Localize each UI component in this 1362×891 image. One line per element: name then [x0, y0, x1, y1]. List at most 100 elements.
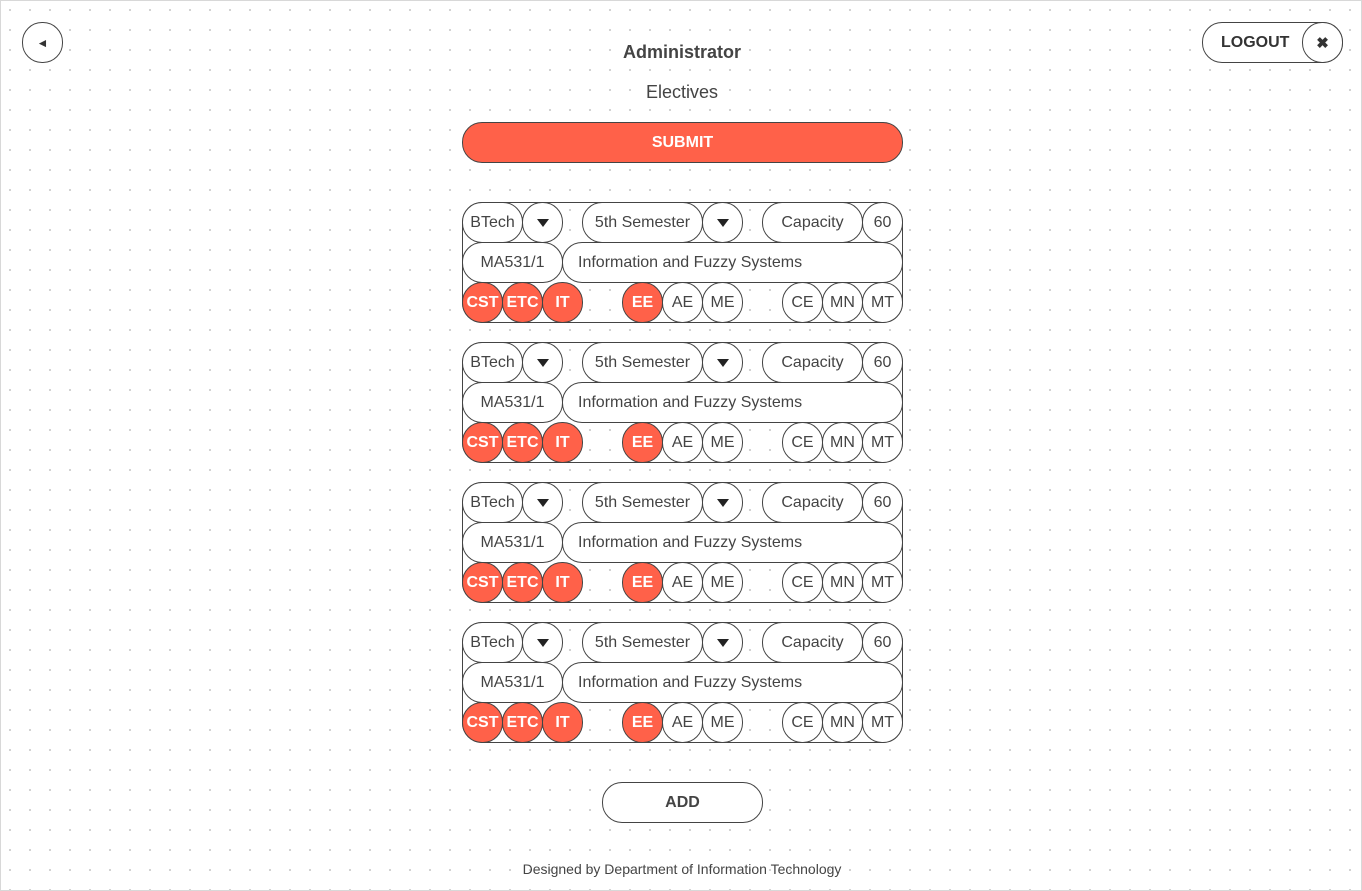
- program-select[interactable]: BTech: [462, 202, 523, 243]
- department-toggle-it[interactable]: IT: [542, 422, 583, 463]
- department-toggle-ae[interactable]: AE: [662, 702, 703, 743]
- semester-dropdown-toggle[interactable]: [702, 482, 743, 523]
- course-code-input[interactable]: MA531/1: [462, 242, 563, 283]
- semester-dropdown-toggle[interactable]: [702, 622, 743, 663]
- department-toggle-ee[interactable]: EE: [622, 282, 663, 323]
- program-select[interactable]: BTech: [462, 342, 523, 383]
- add-button[interactable]: ADD: [602, 782, 763, 823]
- department-toggle-ce[interactable]: CE: [782, 702, 823, 743]
- department-toggle-mt[interactable]: MT: [862, 562, 903, 603]
- department-toggle-it-label: IT: [555, 293, 570, 311]
- department-toggle-etc[interactable]: ETC: [502, 562, 543, 603]
- close-icon: ✖: [1316, 34, 1329, 52]
- department-toggle-ee-label: EE: [631, 713, 654, 731]
- department-toggle-ae-label: AE: [671, 573, 694, 591]
- course-name-input[interactable]: Information and Fuzzy Systems: [562, 522, 903, 563]
- program-dropdown-toggle[interactable]: [522, 202, 563, 243]
- department-toggle-mt-label: MT: [870, 433, 895, 451]
- chevron-down-icon: [716, 358, 729, 367]
- semester-select[interactable]: 5th Semester: [582, 482, 703, 523]
- close-button[interactable]: ✖: [1302, 22, 1343, 63]
- department-toggle-mn[interactable]: MN: [822, 422, 863, 463]
- department-toggle-me-label: ME: [710, 713, 735, 731]
- department-toggle-mn[interactable]: MN: [822, 562, 863, 603]
- department-toggle-it[interactable]: IT: [542, 702, 583, 743]
- semester-dropdown-toggle[interactable]: [702, 202, 743, 243]
- course-code-input[interactable]: MA531/1: [462, 522, 563, 563]
- department-toggle-it[interactable]: IT: [542, 562, 583, 603]
- department-toggle-ae[interactable]: AE: [662, 562, 703, 603]
- department-toggle-it-label: IT: [555, 433, 570, 451]
- department-toggle-ce[interactable]: CE: [782, 282, 823, 323]
- department-toggle-mt[interactable]: MT: [862, 282, 903, 323]
- department-toggle-ee[interactable]: EE: [622, 562, 663, 603]
- department-toggle-me-label: ME: [710, 573, 735, 591]
- program-select-label: BTech: [470, 353, 515, 371]
- elective-card: BTech 5th Semester Capacity 60 Information a…: [462, 622, 903, 743]
- program-select[interactable]: BTech: [462, 482, 523, 523]
- chevron-down-icon: [536, 638, 549, 647]
- course-code-input[interactable]: MA531/1: [462, 382, 563, 423]
- course-name-input-label: Information and Fuzzy Systems: [578, 393, 803, 411]
- program-dropdown-toggle[interactable]: [522, 482, 563, 523]
- department-toggle-me-label: ME: [710, 293, 735, 311]
- department-toggle-mt[interactable]: MT: [862, 422, 903, 463]
- department-toggle-ae[interactable]: AE: [662, 282, 703, 323]
- department-toggle-it[interactable]: IT: [542, 282, 583, 323]
- department-toggle-mn-label: MN: [830, 293, 855, 311]
- department-toggle-ce[interactable]: CE: [782, 562, 823, 603]
- program-select-label: BTech: [470, 213, 515, 231]
- department-toggle-etc-label: ETC: [506, 293, 539, 311]
- department-toggle-mn[interactable]: MN: [822, 702, 863, 743]
- department-toggle-ee-label: EE: [631, 573, 654, 591]
- department-toggle-mt-label: MT: [870, 573, 895, 591]
- capacity-input-label: 60: [873, 213, 892, 231]
- department-toggle-etc[interactable]: ETC: [502, 422, 543, 463]
- department-toggle-me[interactable]: ME: [702, 282, 743, 323]
- chevron-down-icon: [716, 638, 729, 647]
- department-toggle-cst[interactable]: CST: [462, 702, 503, 743]
- department-toggle-ee[interactable]: EE: [622, 702, 663, 743]
- department-toggle-etc[interactable]: ETC: [502, 282, 543, 323]
- program-select-label: BTech: [470, 633, 515, 651]
- submit-button[interactable]: SUBMIT: [462, 122, 903, 163]
- course-code-input-label: MA531/1: [480, 393, 545, 411]
- semester-select[interactable]: 5th Semester: [582, 622, 703, 663]
- footer-text: Designed by Department of Information Te…: [522, 861, 842, 877]
- department-toggle-me[interactable]: ME: [702, 562, 743, 603]
- course-code-input[interactable]: MA531/1: [462, 662, 563, 703]
- department-toggle-mn[interactable]: MN: [822, 282, 863, 323]
- semester-select[interactable]: 5th Semester: [582, 202, 703, 243]
- department-toggle-ce[interactable]: CE: [782, 422, 823, 463]
- department-toggle-mn-label: MN: [830, 433, 855, 451]
- department-toggle-cst[interactable]: CST: [462, 282, 503, 323]
- program-select[interactable]: BTech: [462, 622, 523, 663]
- course-name-input[interactable]: Information and Fuzzy Systems: [562, 662, 903, 703]
- capacity-input[interactable]: 60: [862, 622, 903, 663]
- capacity-input-label: 60: [873, 633, 892, 651]
- department-toggle-etc-label: ETC: [506, 433, 539, 451]
- department-toggle-cst[interactable]: CST: [462, 562, 503, 603]
- course-code-input-label: MA531/1: [480, 533, 545, 551]
- program-dropdown-toggle[interactable]: [522, 622, 563, 663]
- department-toggle-ae[interactable]: AE: [662, 422, 703, 463]
- department-toggle-ce-label: CE: [791, 713, 814, 731]
- course-name-input[interactable]: Information and Fuzzy Systems: [562, 242, 903, 283]
- course-name-input[interactable]: Information and Fuzzy Systems: [562, 382, 903, 423]
- semester-dropdown-toggle[interactable]: [702, 342, 743, 383]
- program-dropdown-toggle[interactable]: [522, 342, 563, 383]
- department-toggle-me[interactable]: ME: [702, 702, 743, 743]
- capacity-label-label: Capacity: [781, 213, 844, 231]
- department-toggle-it-label: IT: [555, 713, 570, 731]
- department-toggle-mt[interactable]: MT: [862, 702, 903, 743]
- department-toggle-etc-label: ETC: [506, 713, 539, 731]
- semester-select-label: 5th Semester: [594, 493, 691, 511]
- semester-select[interactable]: 5th Semester: [582, 342, 703, 383]
- department-toggle-me[interactable]: ME: [702, 422, 743, 463]
- capacity-input[interactable]: 60: [862, 202, 903, 243]
- capacity-input[interactable]: 60: [862, 482, 903, 523]
- department-toggle-etc[interactable]: ETC: [502, 702, 543, 743]
- department-toggle-cst[interactable]: CST: [462, 422, 503, 463]
- capacity-input[interactable]: 60: [862, 342, 903, 383]
- department-toggle-ee[interactable]: EE: [622, 422, 663, 463]
